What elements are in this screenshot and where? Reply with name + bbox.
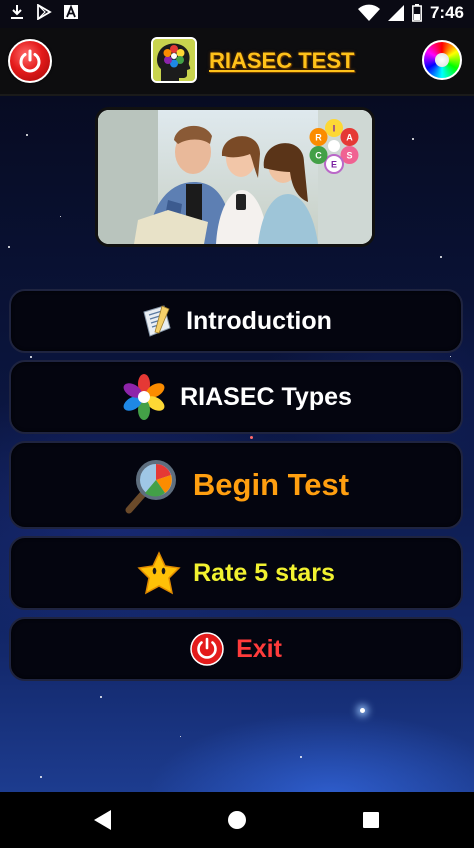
begin-test-button[interactable]: Begin Test bbox=[9, 441, 463, 529]
recents-icon[interactable] bbox=[360, 808, 382, 832]
riasec-badge-icon: R I A S E C bbox=[309, 119, 359, 174]
star-dot bbox=[60, 216, 61, 217]
svg-text:A: A bbox=[346, 133, 353, 143]
status-left-icons bbox=[10, 4, 78, 20]
star-dot bbox=[440, 256, 442, 258]
theme-color-button[interactable] bbox=[422, 40, 462, 80]
rate-5-stars-button[interactable]: Rate 5 stars bbox=[9, 536, 463, 610]
star-dot bbox=[250, 436, 253, 439]
introduction-button[interactable]: Introduction bbox=[9, 289, 463, 353]
introduction-label: Introduction bbox=[186, 306, 332, 335]
magnifier-chart-icon bbox=[125, 460, 176, 514]
svg-text:R: R bbox=[315, 133, 322, 143]
wifi-icon bbox=[357, 4, 380, 21]
riasec-types-button[interactable]: RIASEC Types bbox=[9, 360, 463, 434]
star-dot bbox=[40, 776, 42, 778]
star-dot bbox=[8, 246, 10, 248]
notepad-icon bbox=[143, 305, 171, 337]
download-icon bbox=[11, 5, 23, 19]
begin-test-label: Begin Test bbox=[192, 467, 350, 502]
star-dot bbox=[360, 708, 365, 713]
hero-image: R I A S E C bbox=[95, 107, 375, 247]
status-right-icons: 7:46 bbox=[357, 3, 464, 23]
svg-text:I: I bbox=[333, 124, 336, 134]
svg-text:C: C bbox=[315, 151, 322, 161]
svg-text:E: E bbox=[331, 160, 337, 170]
status-bar: 7:46 bbox=[0, 0, 474, 28]
exit-button[interactable]: Exit bbox=[9, 617, 463, 681]
status-time: 7:46 bbox=[429, 3, 464, 22]
battery-icon bbox=[412, 4, 422, 22]
power-button[interactable] bbox=[8, 39, 52, 83]
star-dot bbox=[300, 756, 302, 758]
star-dot bbox=[412, 138, 414, 140]
play-store-icon bbox=[37, 4, 52, 20]
star-icon bbox=[137, 551, 181, 595]
color-wheel-icon bbox=[435, 53, 449, 67]
star-dot bbox=[30, 356, 32, 358]
svg-text:S: S bbox=[346, 151, 352, 161]
rate-5-stars-label: Rate 5 stars bbox=[193, 558, 335, 587]
riasec-types-label: RIASEC Types bbox=[180, 382, 352, 411]
home-icon[interactable] bbox=[226, 808, 248, 832]
system-nav-bar bbox=[0, 792, 474, 848]
star-dot bbox=[180, 736, 181, 737]
star-dot bbox=[26, 134, 28, 136]
app-bar: RIASEC TEST bbox=[0, 28, 474, 96]
star-dot bbox=[450, 356, 451, 357]
power-icon bbox=[19, 49, 41, 73]
power-icon bbox=[190, 632, 224, 666]
app-logo bbox=[151, 37, 197, 83]
flower-icon bbox=[123, 374, 165, 420]
head-flower-logo-icon bbox=[153, 39, 195, 81]
a-notification-icon bbox=[64, 5, 78, 19]
app-title: RIASEC TEST bbox=[209, 48, 355, 73]
back-icon[interactable] bbox=[91, 808, 113, 832]
exit-label: Exit bbox=[236, 634, 282, 663]
star-dot bbox=[100, 696, 102, 698]
signal-icon bbox=[387, 5, 404, 21]
